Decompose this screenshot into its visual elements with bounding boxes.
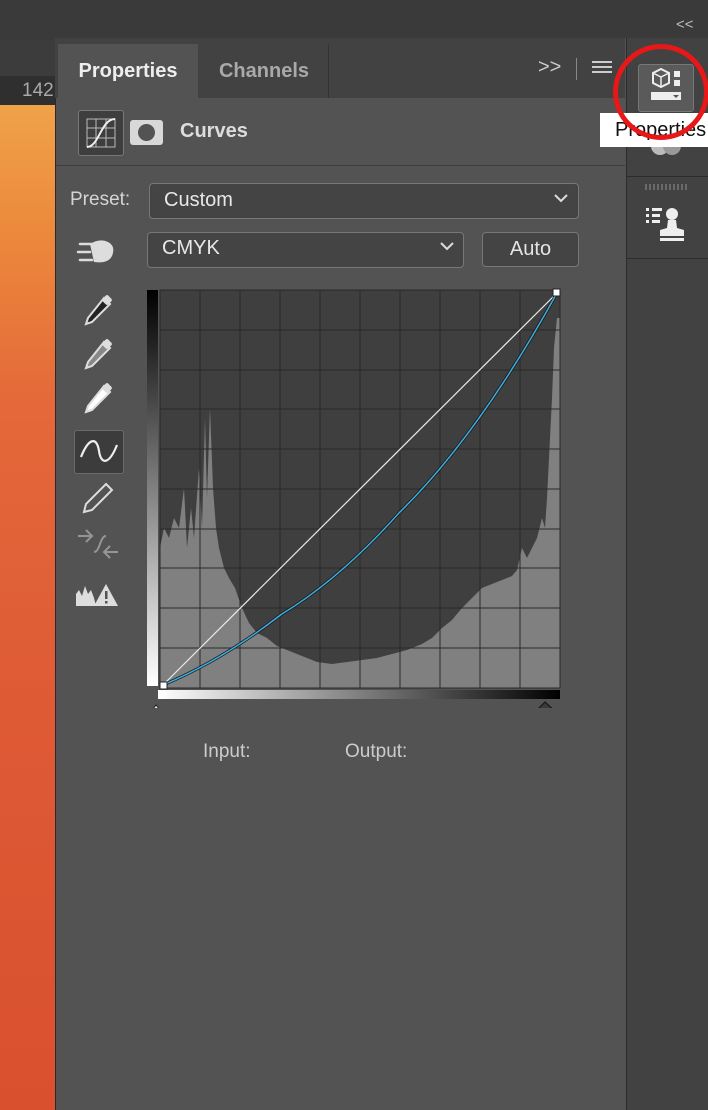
gray-point-eyedropper-icon[interactable]: [74, 336, 122, 376]
pencil-icon[interactable]: [74, 478, 122, 518]
curve-endpoint-white[interactable]: [552, 288, 561, 297]
auto-button[interactable]: Auto: [482, 232, 579, 267]
header-divider: [56, 165, 625, 166]
ruler-label: 142: [22, 80, 54, 101]
smooth-icon: [74, 524, 122, 564]
curve-point-tool-icon[interactable]: [74, 430, 124, 474]
input-label: Input:: [203, 741, 251, 762]
white-point-eyedropper-icon[interactable]: [74, 380, 122, 420]
chevron-down-icon: [440, 238, 454, 256]
dock-divider: [626, 258, 708, 259]
hand-target-adjust-icon[interactable]: [74, 232, 122, 272]
right-dock: [626, 38, 708, 1110]
output-gradient-bar: [147, 290, 158, 686]
dock-grip[interactable]: [645, 184, 687, 190]
curve-endpoint-black[interactable]: [159, 681, 168, 690]
clone-source-icon[interactable]: [644, 204, 688, 244]
curves-graph[interactable]: [147, 288, 561, 708]
channel-value: CMYK: [162, 237, 220, 259]
panel-menu-icon[interactable]: [592, 61, 612, 75]
dock-divider: [626, 176, 708, 177]
white-point-slider[interactable]: [535, 701, 556, 708]
black-point-slider[interactable]: [151, 704, 162, 708]
mask-icon[interactable]: [130, 120, 163, 145]
app-top-bar: [0, 0, 708, 40]
preset-value: Custom: [164, 189, 233, 211]
curves-adjustment-icon[interactable]: [78, 110, 124, 156]
highlight-circle-annotation: [613, 44, 708, 140]
black-point-eyedropper-icon[interactable]: [74, 292, 122, 332]
canvas-image[interactable]: [0, 105, 55, 1110]
tab-channels[interactable]: Channels: [200, 44, 329, 98]
tab-divider: [576, 58, 577, 80]
chevron-down-icon: [554, 190, 568, 208]
output-label: Output:: [345, 741, 408, 762]
histogram-warning-icon[interactable]: [74, 576, 122, 616]
tab-properties[interactable]: Properties: [58, 44, 198, 98]
preset-label: Preset:: [70, 189, 131, 210]
collapse-panel-button[interactable]: >>: [538, 56, 561, 79]
input-gradient-bar: [158, 690, 560, 699]
panel-title: Curves: [180, 120, 248, 142]
dock-collapse-button[interactable]: <<: [676, 16, 694, 33]
